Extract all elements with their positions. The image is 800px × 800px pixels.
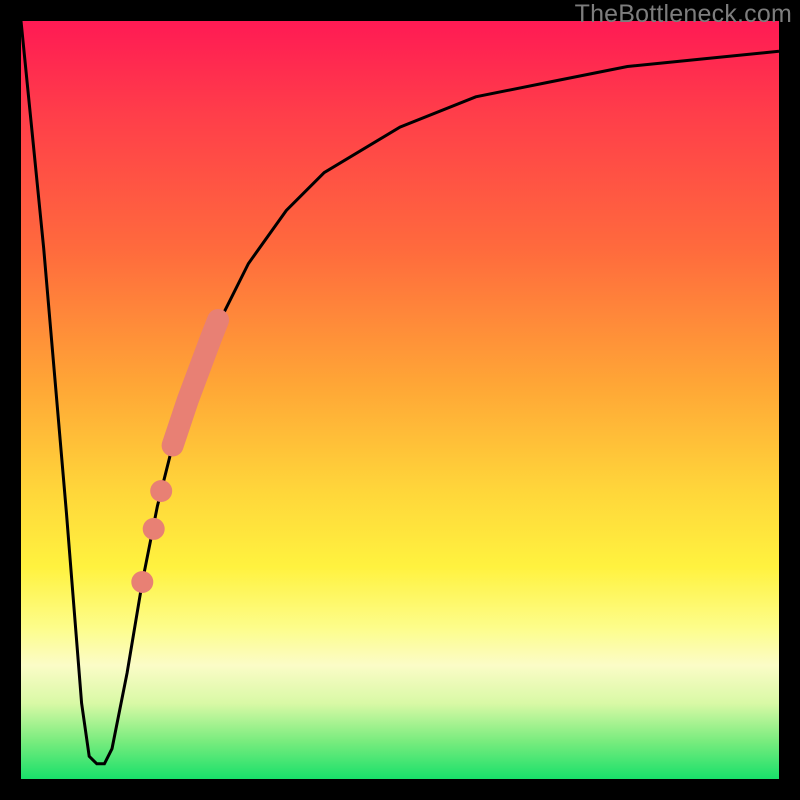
- watermark-text: TheBottleneck.com: [575, 0, 792, 29]
- highlight-dot: [131, 571, 153, 593]
- curve-layer: [21, 21, 779, 779]
- chart-container: TheBottleneck.com: [0, 0, 800, 800]
- bottleneck-curve: [21, 21, 779, 764]
- highlight-dot: [150, 480, 172, 502]
- plot-area: [21, 21, 779, 779]
- highlight-dot: [143, 518, 165, 540]
- highlight-segment: [173, 320, 219, 446]
